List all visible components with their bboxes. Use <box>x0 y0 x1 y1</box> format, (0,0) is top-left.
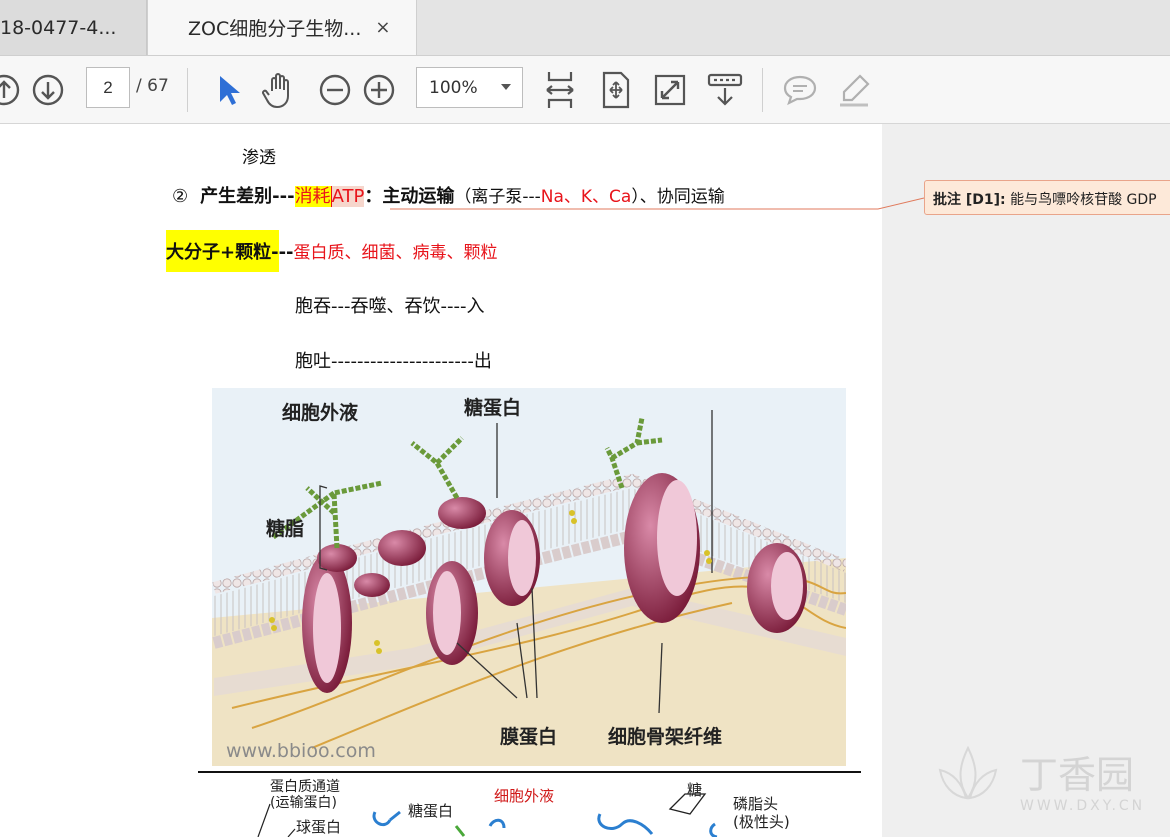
label-glycoprotein-2: 糖蛋白 <box>408 802 454 820</box>
fullscreen-icon[interactable] <box>650 56 690 123</box>
tab-label: 18-0477-4... <box>0 16 117 39</box>
label-polar-head: (极性头) <box>733 813 790 831</box>
tab-document-active[interactable]: ZOC细胞分子生物... × <box>147 0 417 55</box>
list-number: ② <box>172 186 189 207</box>
label-glycoprotein: 糖蛋白 <box>464 397 522 419</box>
fit-width-icon[interactable] <box>540 56 580 123</box>
tab-bar: 18-0477-4... ZOC细胞分子生物... × <box>0 0 1170 56</box>
label-extracellular-2: 细胞外液 <box>494 787 555 805</box>
label-globular-protein: 球蛋白 <box>296 818 342 836</box>
commented-text[interactable]: ATP <box>330 186 365 207</box>
divider <box>762 68 763 112</box>
text-line-macromolecules: 大分子+颗粒---蛋白质、细菌、病毒、颗粒 <box>166 230 498 272</box>
highlighted-text: 消耗 <box>294 186 331 207</box>
select-pointer-icon[interactable] <box>210 56 244 123</box>
label-membrane-protein: 膜蛋白 <box>500 726 558 748</box>
dxy-brand-url: WWW.DXY.CN <box>1020 798 1146 814</box>
hand-icon[interactable] <box>260 56 300 123</box>
dxy-logo-icon <box>938 745 998 800</box>
arrow-down-icon[interactable] <box>30 56 66 123</box>
divider <box>187 68 188 112</box>
comment-icon[interactable] <box>780 56 820 123</box>
rotate-icon[interactable] <box>596 56 636 123</box>
text-line-endocytosis: 胞吞---吞噬、吞饮----入 <box>295 296 485 317</box>
zoom-out-icon[interactable] <box>316 56 354 123</box>
page-total: / 67 <box>136 76 169 96</box>
comment-connector <box>390 197 925 210</box>
arrow-up-icon[interactable] <box>0 56 22 123</box>
label-cytoskeleton: 细胞骨架纤维 <box>608 726 723 748</box>
comment-label: 批注 [D1]: <box>933 192 1006 208</box>
label-extracellular: 细胞外液 <box>282 402 359 424</box>
close-tab-icon[interactable]: × <box>375 17 390 38</box>
text-line-exocytosis: 胞吐----------------------出 <box>295 351 492 372</box>
membrane-figure: 细胞外液 糖蛋白 糖脂 膜蛋白 细胞骨架纤维 www.bbioo.com <box>212 388 846 766</box>
tab-document-1[interactable]: 18-0477-4... <box>0 0 147 55</box>
text-segment: -- <box>278 242 294 263</box>
comment-pane <box>882 124 1170 837</box>
chevron-down-icon <box>501 84 511 90</box>
highlighted-text: 大分子+颗粒- <box>166 230 279 272</box>
comment-note[interactable]: 批注 [D1]: 能与鸟嘌呤核苷酸 GDP <box>924 180 1170 215</box>
text-segment: 蛋白质、细菌、病毒、颗粒 <box>293 243 498 263</box>
tab-label: ZOC细胞分子生物... <box>188 18 362 40</box>
dxy-brand-name: 丁香园 <box>1020 753 1135 797</box>
page-number-input[interactable] <box>86 67 130 108</box>
comment-text: 能与鸟嘌呤核苷酸 GDP <box>1005 192 1157 208</box>
divider-rule <box>198 771 861 773</box>
zoom-select[interactable]: 100% <box>416 67 523 108</box>
label-glycolipid: 糖脂 <box>266 518 305 540</box>
zoom-value: 100% <box>429 78 478 98</box>
zoom-in-icon[interactable] <box>360 56 398 123</box>
watermark-bbioo: www.bbioo.com <box>226 740 376 762</box>
membrane-illustration <box>212 388 846 766</box>
toolbar: / 67 100% <box>0 56 1170 124</box>
text-segment: 产生差别--- <box>200 186 295 207</box>
download-icon[interactable] <box>704 56 746 123</box>
highlight-pen-icon[interactable] <box>834 56 874 123</box>
text-line-osmosis: 渗透 <box>242 148 276 168</box>
label-sugar: 糖 <box>687 781 703 799</box>
label-transport-protein: (运输蛋白) <box>270 795 337 811</box>
membrane-figure-2: 蛋白质通道 (运输蛋白) 球蛋白 糖蛋白 细胞外液 糖 磷脂头 (极性头) <box>200 774 862 837</box>
